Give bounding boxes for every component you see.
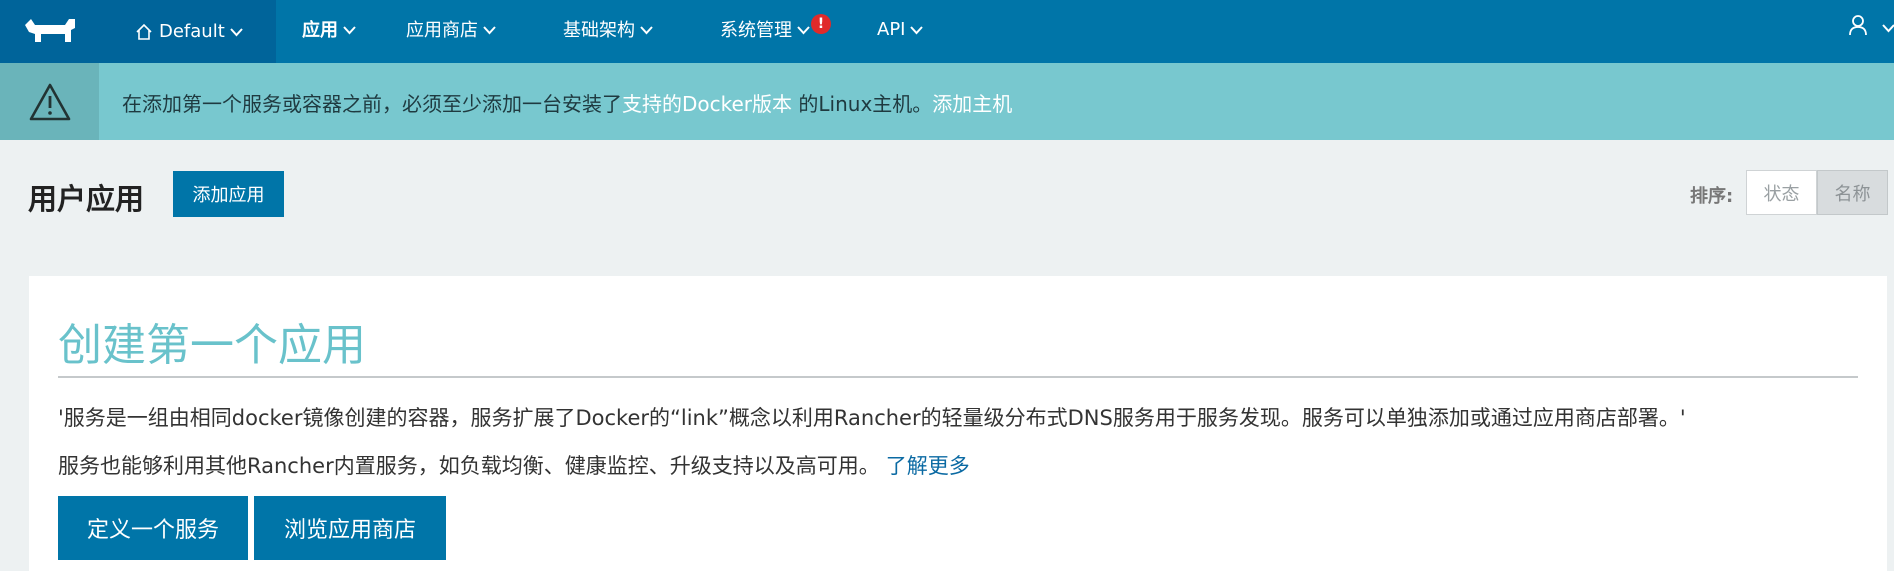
- chevron-down-icon: [640, 19, 653, 40]
- chevron-down-icon: [230, 21, 243, 42]
- page-title: 用户应用: [28, 182, 145, 216]
- banner-text-mid: 的Linux主机。: [792, 92, 933, 116]
- user-menu[interactable]: [1848, 14, 1894, 40]
- nav-item-apps[interactable]: 应用: [302, 0, 356, 58]
- nav-item-api[interactable]: API: [877, 0, 924, 58]
- rancher-cow-icon: [24, 18, 75, 42]
- nav-item-catalog[interactable]: 应用商店: [406, 0, 496, 58]
- top-navbar: Default 应用 应用商店 基础架构 系统管理 ! API: [0, 0, 1894, 63]
- empty-state-card: 创建第一个应用 '服务是一组由相同docker镜像创建的容器，服务扩展了Dock…: [29, 276, 1887, 571]
- card-description-text: 服务也能够利用其他Rancher内置服务，如负载均衡、健康监控、升级支持以及高可…: [58, 454, 880, 478]
- chevron-down-icon: [910, 19, 924, 40]
- sort-toggle: 状态 名称: [1746, 170, 1888, 215]
- card-description: '服务是一组由相同docker镜像创建的容器，服务扩展了Docker的“link…: [58, 406, 1686, 430]
- chevron-down-icon: [483, 19, 496, 40]
- divider: [58, 376, 1858, 378]
- nav-item-label: 应用商店: [406, 20, 478, 41]
- sort-by-state-button[interactable]: 状态: [1746, 170, 1817, 215]
- add-host-link[interactable]: 添加主机: [932, 92, 1012, 116]
- warning-banner: 在添加第一个服务或容器之前，必须至少添加一台安装了支持的Docker版本 的Li…: [0, 63, 1894, 140]
- nav-item-infrastructure[interactable]: 基础架构: [563, 0, 653, 58]
- user-icon: [1848, 14, 1868, 40]
- home-icon: [135, 23, 153, 41]
- sort-by-name-button[interactable]: 名称: [1817, 170, 1888, 215]
- define-service-button[interactable]: 定义一个服务: [58, 496, 248, 560]
- environment-name: Default: [159, 21, 225, 42]
- sort-label: 排序:: [1690, 186, 1734, 207]
- card-description-2: 服务也能够利用其他Rancher内置服务，如负载均衡、健康监控、升级支持以及高可…: [58, 450, 970, 480]
- nav-item-label: 应用: [302, 20, 338, 41]
- banner-message: 在添加第一个服务或容器之前，必须至少添加一台安装了支持的Docker版本 的Li…: [122, 88, 1012, 117]
- banner-text-before: 在添加第一个服务或容器之前，必须至少添加一台安装了: [122, 92, 622, 116]
- learn-more-link[interactable]: 了解更多: [886, 454, 970, 478]
- alert-badge: !: [811, 14, 831, 34]
- browse-catalog-button[interactable]: 浏览应用商店: [254, 496, 446, 560]
- nav-item-label: API: [877, 18, 906, 40]
- chevron-down-icon: [797, 19, 810, 40]
- rancher-logo[interactable]: [0, 0, 101, 63]
- chevron-down-icon: [1882, 18, 1894, 37]
- card-title: 创建第一个应用: [58, 320, 366, 371]
- chevron-down-icon: [343, 19, 356, 40]
- nav-item-label: 系统管理: [720, 20, 792, 41]
- add-stack-button[interactable]: 添加应用: [173, 171, 284, 217]
- warning-icon: [0, 63, 99, 140]
- nav-item-label: 基础架构: [563, 20, 635, 41]
- docker-version-link[interactable]: 支持的Docker版本: [622, 92, 792, 116]
- nav-item-admin[interactable]: 系统管理 !: [720, 0, 831, 58]
- environment-switcher[interactable]: Default: [101, 0, 276, 63]
